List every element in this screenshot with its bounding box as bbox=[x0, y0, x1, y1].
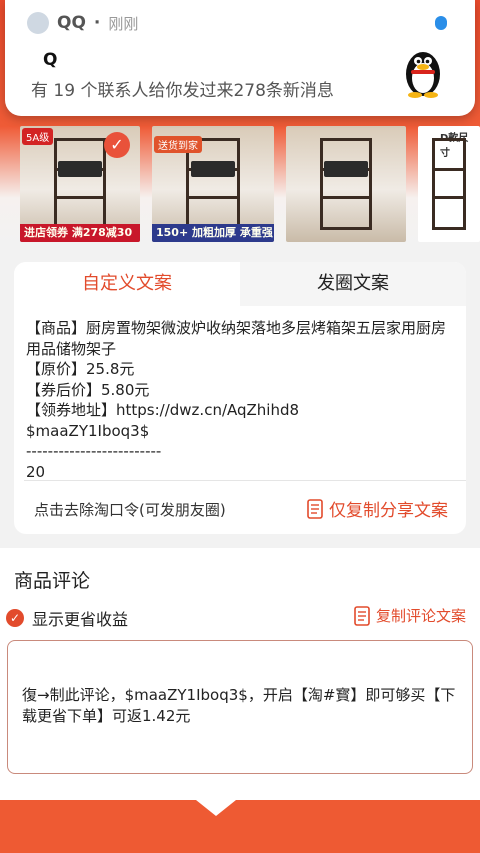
copy-text[interactable]: 【商品】厨房置物架微波炉收纳架落地多层烤箱架五层家用厨房用品储物架子 【原价】2… bbox=[26, 318, 456, 482]
qq-penguin-icon bbox=[406, 52, 440, 98]
copy-comment-label: 复制评论文案 bbox=[375, 607, 466, 625]
tab-moments-copy[interactable]: 发圈文案 bbox=[240, 262, 466, 306]
bottom-notch bbox=[196, 800, 236, 816]
shelf-illustration bbox=[319, 137, 373, 231]
notification-dot-icon bbox=[435, 16, 447, 30]
notification-app-row: QQ · 刚刚 bbox=[27, 12, 138, 34]
shelf-illustration bbox=[431, 137, 467, 231]
comments-section: 商品评论 ✓ 显示更省收益 复制评论文案 復→制此评论，$maaZY1Iboq3… bbox=[0, 548, 480, 800]
microwave-illustration bbox=[58, 160, 102, 178]
qq-app-icon bbox=[27, 12, 49, 34]
document-icon bbox=[354, 605, 370, 626]
microwave-illustration bbox=[324, 160, 368, 178]
notification-app-name: QQ bbox=[57, 13, 86, 33]
thumb-promo-bar: 进店领券 满278减30 bbox=[20, 224, 140, 242]
shelf-illustration bbox=[53, 137, 107, 231]
copy-tabs: 自定义文案 发圈文案 bbox=[14, 262, 466, 306]
notification-body: 有 19 个联系人给你发过来278条新消息 bbox=[31, 81, 334, 101]
show-savings-label: 显示更省收益 bbox=[32, 610, 129, 629]
tab-custom-copy[interactable]: 自定义文案 bbox=[14, 262, 240, 306]
product-thumb-2[interactable]: 送货到家 150+ 加粗加厚 承重强 bbox=[152, 126, 274, 242]
divider bbox=[24, 480, 466, 481]
thumb-tag: 5A级 bbox=[22, 128, 54, 145]
comment-textarea[interactable]: 復→制此评论，$maaZY1Iboq3$，开启【淘#寳】即可够买【下载更省下单】… bbox=[7, 640, 473, 774]
copy-comment-button[interactable]: 复制评论文案 bbox=[354, 605, 466, 626]
product-image-strip[interactable]: 5A级 进店领券 满278减30 ✓ 送货到家 150+ 加粗加厚 承重强 D款… bbox=[0, 126, 480, 246]
copy-card: 自定义文案 发圈文案 【商品】厨房置物架微波炉收纳架落地多层烤箱架五层家用厨房用… bbox=[14, 262, 466, 534]
notification-time: 刚刚 bbox=[108, 14, 139, 33]
show-savings-toggle[interactable]: ✓ 显示更省收益 bbox=[6, 606, 128, 630]
remove-command-button[interactable]: 点击去除淘口令(可发朋友圈) bbox=[34, 499, 226, 520]
thumb-promo-bar: 150+ 加粗加厚 承重强 bbox=[152, 224, 274, 242]
comments-title: 商品评论 bbox=[14, 570, 91, 592]
product-thumb-3[interactable] bbox=[286, 126, 406, 242]
copy-share-label: 仅复制分享文案 bbox=[329, 501, 448, 521]
check-icon: ✓ bbox=[6, 609, 24, 627]
product-thumb-4[interactable]: D款尺寸 bbox=[418, 126, 480, 242]
bottom-action-bar[interactable] bbox=[0, 800, 480, 853]
selected-check-icon: ✓ bbox=[104, 132, 130, 158]
comment-text: 復→制此评论，$maaZY1Iboq3$，开启【淘#寳】即可够买【下载更省下单】… bbox=[22, 686, 456, 725]
microwave-illustration bbox=[191, 160, 235, 178]
document-icon bbox=[307, 498, 323, 519]
thumb-tag: 送货到家 bbox=[154, 136, 202, 153]
qq-notification[interactable]: QQ · 刚刚 Q 有 19 个联系人给你发过来278条新消息 bbox=[5, 0, 475, 116]
copy-share-button[interactable]: 仅复制分享文案 bbox=[307, 496, 448, 521]
notification-title: Q bbox=[43, 50, 58, 70]
